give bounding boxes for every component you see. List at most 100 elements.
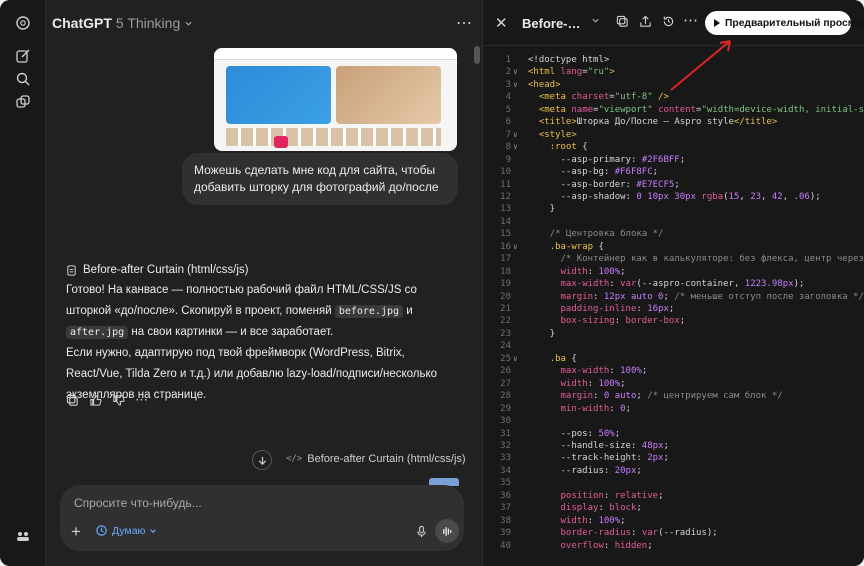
code-line[interactable]: 30 (483, 415, 864, 427)
more-options-icon[interactable]: ⋯ (683, 11, 698, 29)
line-number: 35 (500, 478, 511, 489)
code-line[interactable]: 24 (483, 340, 864, 352)
openai-logo-icon[interactable] (14, 14, 32, 32)
code-line[interactable]: 31 --pos: 50%; (483, 428, 864, 440)
code-line[interactable]: 37 display: block; (483, 502, 864, 514)
code-text: <html lang="ru"> (528, 67, 615, 78)
fold-chevron-icon[interactable]: ∨ (513, 129, 523, 141)
code-line[interactable]: 11 --asp-border: #E7ECF5; (483, 179, 864, 191)
code-text: --track-height: 2px; (528, 453, 669, 464)
code-line[interactable]: 12 --asp-shadow: 0 10px 30px rgba(15, 23… (483, 191, 864, 203)
chevron-down-icon (150, 528, 157, 533)
code-line[interactable]: 19 max-width: var(--aspro-container, 122… (483, 278, 864, 290)
code-line[interactable]: 9 --asp-primary: #2F6BFF; (483, 154, 864, 166)
code-text: :root { (549, 142, 588, 153)
voice-mode-button[interactable] (435, 519, 459, 543)
new-chat-icon[interactable] (14, 47, 32, 65)
chat-options-icon[interactable]: ⋯ (456, 13, 472, 33)
fold-chevron-icon[interactable]: ∨ (513, 353, 523, 365)
code-text: max-width: 100%; (560, 366, 648, 377)
code-line[interactable]: 40 overflow: hidden; (483, 540, 864, 552)
assistant-message: Готово! На канвасе — полностью рабочий ф… (66, 280, 458, 343)
fold-chevron-icon[interactable]: ∨ (513, 241, 523, 253)
microphone-icon[interactable] (415, 525, 428, 543)
code-text: margin: 0 auto; /* центрируем сам блок *… (560, 391, 783, 402)
fold-chevron-icon[interactable]: ∨ (513, 141, 523, 153)
line-number: 24 (500, 341, 511, 352)
code-text: --handle-size: 48px; (528, 440, 669, 451)
app-window: ChatGPT 5 Thinking ⋯ Можешь сделать мне … (0, 0, 864, 566)
code-line[interactable]: 5 <meta name="viewport" content="width=d… (483, 104, 864, 116)
code-line[interactable]: 17 /* Контейнер как в калькуляторе: без … (483, 253, 864, 265)
code-line[interactable]: 35 (483, 477, 864, 489)
code-line[interactable]: 32 --handle-size: 48px; (483, 440, 864, 452)
more-actions-icon[interactable]: ⋯ (135, 392, 148, 408)
chat-header: ChatGPT 5 Thinking ⋯ (46, 0, 482, 46)
code-line[interactable]: 20 margin: 12px auto 0; /* меньше отступ… (483, 291, 864, 303)
code-line[interactable]: 13 } (483, 203, 864, 215)
add-attachment-icon[interactable]: + (71, 522, 81, 542)
scroll-down-button[interactable] (252, 450, 272, 470)
line-number: 37 (500, 503, 511, 514)
fold-chevron-icon[interactable]: ∨ (513, 66, 523, 78)
share-icon[interactable] (639, 15, 652, 33)
code-line[interactable]: 3 ∨ <head> (483, 79, 864, 91)
code-line[interactable]: 36 position: relative; (483, 490, 864, 502)
code-line[interactable]: 28 margin: 0 auto; /* центрируем сам бло… (483, 390, 864, 402)
code-text: display: block; (560, 503, 642, 514)
prompt-input[interactable]: Спросите что-нибудь... (74, 496, 202, 510)
code-line[interactable]: 33 --track-height: 2px; (483, 452, 864, 464)
code-line[interactable]: 10 --asp-bg: #F6F8FC; (483, 166, 864, 178)
copy-icon[interactable] (66, 394, 79, 407)
line-number: 17 (500, 254, 511, 265)
code-line[interactable]: 18 width: 100%; (483, 266, 864, 278)
history-icon[interactable] (662, 15, 675, 33)
code-line[interactable]: 21 padding-inline: 16px; (483, 303, 864, 315)
attached-screenshot[interactable] (214, 48, 457, 151)
copy-code-icon[interactable] (616, 15, 629, 33)
code-line[interactable]: 6 <title>Шторка До/После — Aspro style</… (483, 116, 864, 128)
code-brackets-icon: </> (286, 454, 303, 464)
code-line[interactable]: 23 } (483, 328, 864, 340)
chevron-down-icon[interactable] (591, 16, 600, 25)
canvas-reference[interactable]: Before-after Curtain (html/css/js) (66, 264, 249, 276)
code-line[interactable]: 7 ∨ <style> (483, 129, 864, 141)
code-text: --asp-primary: #2F6BFF; (528, 154, 686, 165)
code-line[interactable]: 16 ∨ .ba-wrap { (483, 241, 864, 253)
thumbs-up-icon[interactable] (89, 394, 102, 407)
model-selector[interactable]: ChatGPT 5 Thinking (52, 15, 193, 31)
line-number: 2 (505, 67, 511, 78)
code-line[interactable]: 2 ∨ <html lang="ru"> (483, 66, 864, 78)
line-number: 1 (505, 55, 511, 65)
code-line[interactable]: 1 <!doctype html> (483, 54, 864, 66)
code-line[interactable]: 4 <meta charset="utf-8" /> (483, 91, 864, 103)
chat-scrollbar[interactable] (474, 46, 480, 64)
gpts-icon[interactable] (14, 527, 32, 545)
code-line[interactable]: 39 border-radius: var(--radius); (483, 527, 864, 539)
code-editor[interactable]: 1 <!doctype html> 2 ∨ <html lang="ru"> 3 ∨ <hea… (483, 50, 864, 566)
code-line[interactable]: 34 --radius: 20px; (483, 465, 864, 477)
code-line[interactable]: 26 max-width: 100%; (483, 365, 864, 377)
document-icon (67, 264, 76, 276)
line-number: 39 (500, 528, 511, 539)
thumbs-down-icon[interactable] (112, 394, 125, 407)
code-line[interactable]: 25 ∨ .ba { (483, 353, 864, 365)
arrow-down-icon (258, 456, 266, 465)
close-icon[interactable]: ✕ (495, 14, 508, 32)
code-line[interactable]: 29 min-width: 0; (483, 403, 864, 415)
composer[interactable]: Спросите что-нибудь... + Думаю (60, 485, 464, 551)
library-icon[interactable] (14, 93, 32, 111)
search-icon[interactable] (14, 70, 32, 88)
thinking-mode-selector[interactable]: Думаю (95, 524, 157, 537)
fold-chevron-icon[interactable]: ∨ (513, 79, 523, 91)
code-line[interactable]: 14 (483, 216, 864, 228)
canvas-title[interactable]: Before-after Curtain (522, 16, 586, 31)
code-line[interactable]: 27 width: 100%; (483, 378, 864, 390)
preview-button[interactable]: Предварительный просмотр (705, 11, 864, 35)
code-line[interactable]: 38 width: 100%; (483, 515, 864, 527)
code-line[interactable]: 15 /* Центровка блока */ (483, 228, 864, 240)
code-line[interactable]: 22 box-sizing: border-box; (483, 315, 864, 327)
canvas-chip[interactable]: </> Before-after Curtain (html/css/js) (286, 453, 466, 465)
code-line[interactable]: 8 ∨ :root { (483, 141, 864, 153)
code-text: overflow: hidden; (560, 540, 653, 551)
